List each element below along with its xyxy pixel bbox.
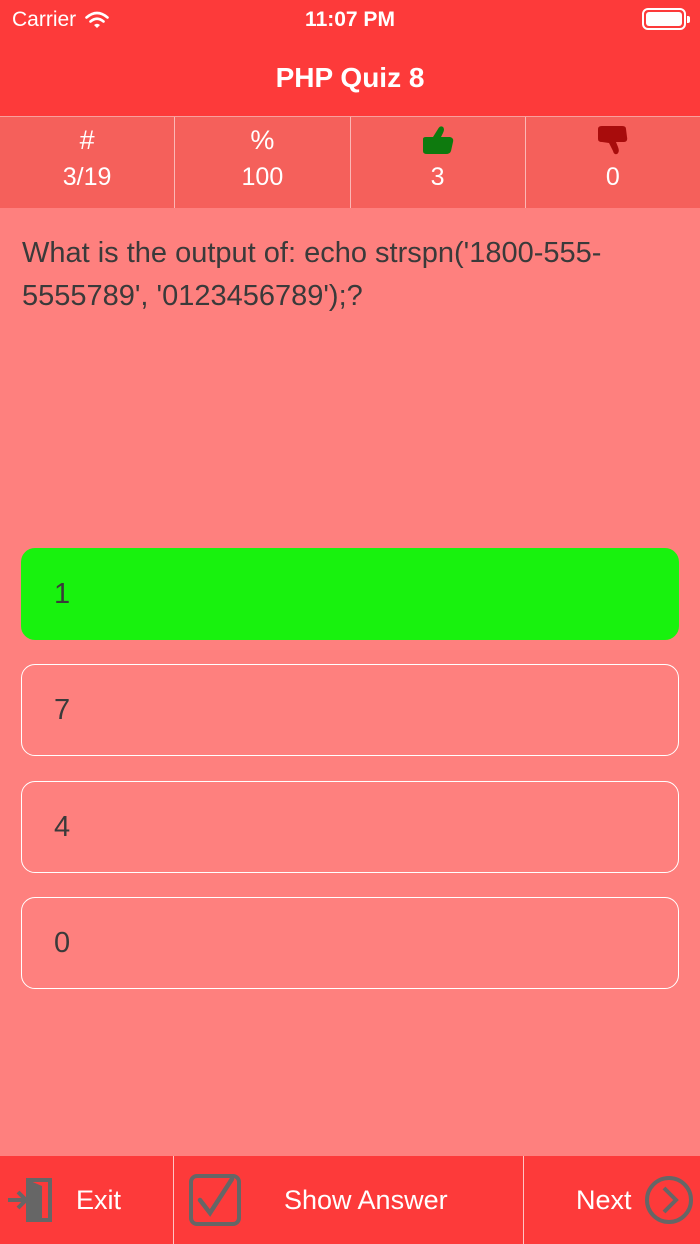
hash-icon: # — [79, 124, 95, 155]
answer-label: 1 — [54, 577, 71, 610]
stat-question-number: # 3/19 — [0, 117, 176, 208]
answer-option-2[interactable]: 7 — [21, 664, 679, 756]
question-text: What is the output of: echo strspn('1800… — [22, 237, 602, 312]
exit-button[interactable]: Exit — [0, 1156, 174, 1244]
percent-icon: % — [250, 124, 275, 155]
wrong-count: 0 — [605, 163, 620, 191]
answer-label: 4 — [54, 810, 71, 843]
next-button[interactable]: Next — [524, 1156, 700, 1244]
question-progress: 3/19 — [62, 163, 112, 191]
next-label: Next — [576, 1184, 632, 1215]
correct-count: 3 — [430, 163, 445, 191]
clock: 11:07 PM — [305, 8, 395, 31]
answer-label: 7 — [54, 693, 71, 726]
show-answer-button[interactable]: Show Answer — [174, 1156, 524, 1244]
show-answer-label: Show Answer — [284, 1184, 448, 1215]
stat-correct: 3 — [351, 117, 526, 208]
percent-score: 100 — [241, 163, 284, 191]
answer-label: 0 — [54, 926, 71, 959]
stat-wrong: 0 — [526, 117, 700, 208]
thumbs-up-icon — [422, 126, 453, 154]
exit-door-icon — [8, 1178, 52, 1222]
status-bar: Carrier 11:07 PM — [0, 0, 700, 40]
answer-option-1[interactable]: 1 — [21, 548, 679, 640]
page-title: PHP Quiz 8 — [275, 62, 425, 93]
checkbox-icon — [189, 1174, 241, 1226]
stat-percent: % 100 — [175, 117, 351, 208]
stats-bar: # 3/19 % 100 3 0 — [0, 116, 700, 208]
answer-option-4[interactable]: 0 — [21, 897, 679, 989]
exit-label: Exit — [76, 1184, 122, 1215]
bottom-toolbar: Exit Show Answer Next — [0, 1156, 700, 1244]
header: Carrier 11:07 PM PHP Quiz 8 — [0, 0, 700, 116]
chevron-right-circle-icon — [644, 1176, 693, 1224]
battery-icon — [642, 8, 690, 30]
thumbs-down-icon — [597, 126, 628, 155]
answer-option-3[interactable]: 4 — [21, 781, 679, 873]
